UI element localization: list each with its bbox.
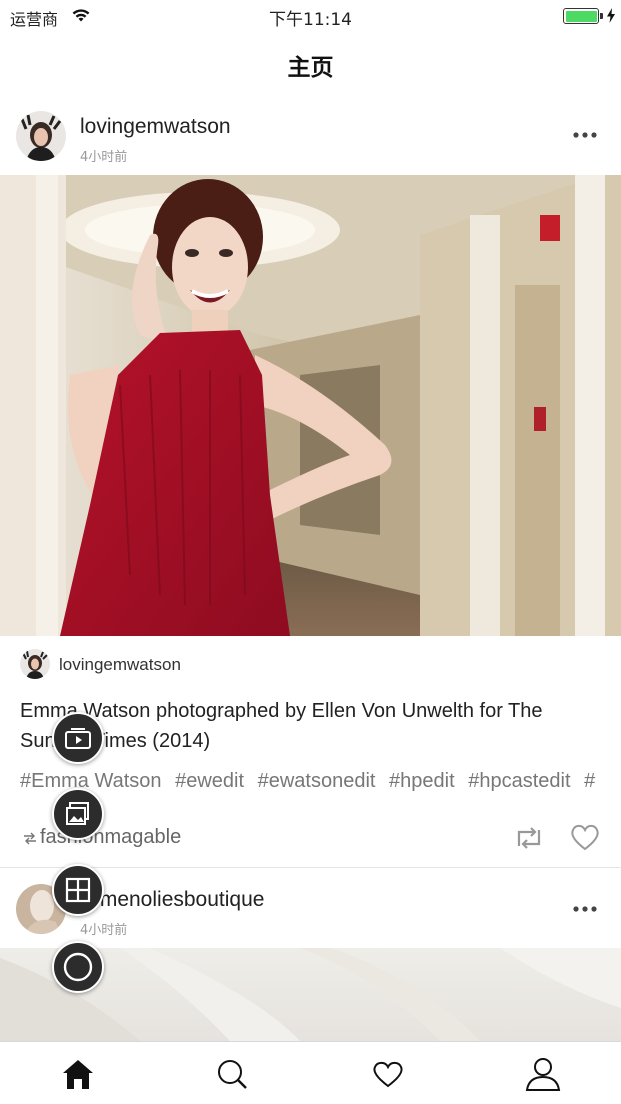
more-options-icon[interactable] — [573, 131, 597, 139]
more-options-icon[interactable] — [573, 905, 597, 913]
tab-activity[interactable] — [368, 1054, 408, 1094]
search-icon — [218, 1060, 247, 1089]
divider — [0, 867, 621, 868]
photo-post-button[interactable] — [52, 788, 104, 840]
status-time: 下午11:14 — [269, 10, 352, 30]
reposted-icon — [24, 832, 36, 845]
reblog-icon[interactable] — [511, 824, 547, 852]
heart-icon[interactable] — [569, 822, 601, 852]
post-photo[interactable] — [0, 175, 621, 636]
tab-search[interactable] — [212, 1054, 252, 1094]
post-timestamp: 4小时前 — [80, 150, 128, 165]
video-post-icon — [65, 728, 91, 749]
hashtag[interactable]: #hpedit — [389, 770, 455, 792]
video-post-button[interactable] — [52, 712, 104, 764]
status-bar: 运营商 下午11:14 — [0, 0, 621, 32]
hashtag[interactable]: #Emma Watson — [20, 770, 162, 792]
grid-post-button[interactable] — [52, 864, 104, 916]
grid-post-icon — [65, 877, 91, 903]
avatar[interactable] — [16, 111, 66, 161]
photo-post-icon — [66, 802, 89, 825]
profile-icon — [525, 1058, 561, 1091]
post-timestamp: 4小时前 — [80, 923, 128, 938]
tab-home[interactable] — [58, 1054, 98, 1094]
post-username[interactable]: silmenoliesboutique — [80, 888, 264, 912]
circle-post-button[interactable] — [52, 941, 104, 993]
source-username[interactable]: lovingemwatson — [59, 655, 181, 675]
charging-icon — [607, 8, 615, 23]
post-caption: Emma Watson photographed by Ellen Von Un… — [20, 700, 543, 752]
page-title: 主页 — [287, 55, 334, 81]
home-icon — [63, 1060, 93, 1089]
battery-cap — [600, 13, 603, 19]
tab-bar — [0, 1041, 621, 1104]
source-row[interactable]: lovingemwatson — [0, 645, 621, 685]
post-username[interactable]: lovingemwatson — [80, 115, 231, 139]
heart-icon — [373, 1061, 403, 1088]
circle-post-icon — [63, 952, 93, 982]
hashtag-list: #Emma Watson #ewedit #ewatsonedit #hpedi… — [20, 770, 621, 793]
hashtag[interactable]: #hpcastedit — [468, 770, 570, 792]
post-header[interactable]: lovingemwatson 4小时前 — [0, 105, 621, 175]
tab-profile[interactable] — [523, 1054, 563, 1094]
hashtag[interactable]: #ewedit — [175, 770, 244, 792]
source-avatar[interactable] — [20, 649, 50, 679]
hashtag[interactable]: #ewatsonedit — [258, 770, 376, 792]
hashtag[interactable]: # — [584, 770, 595, 792]
battery-icon — [563, 8, 599, 24]
